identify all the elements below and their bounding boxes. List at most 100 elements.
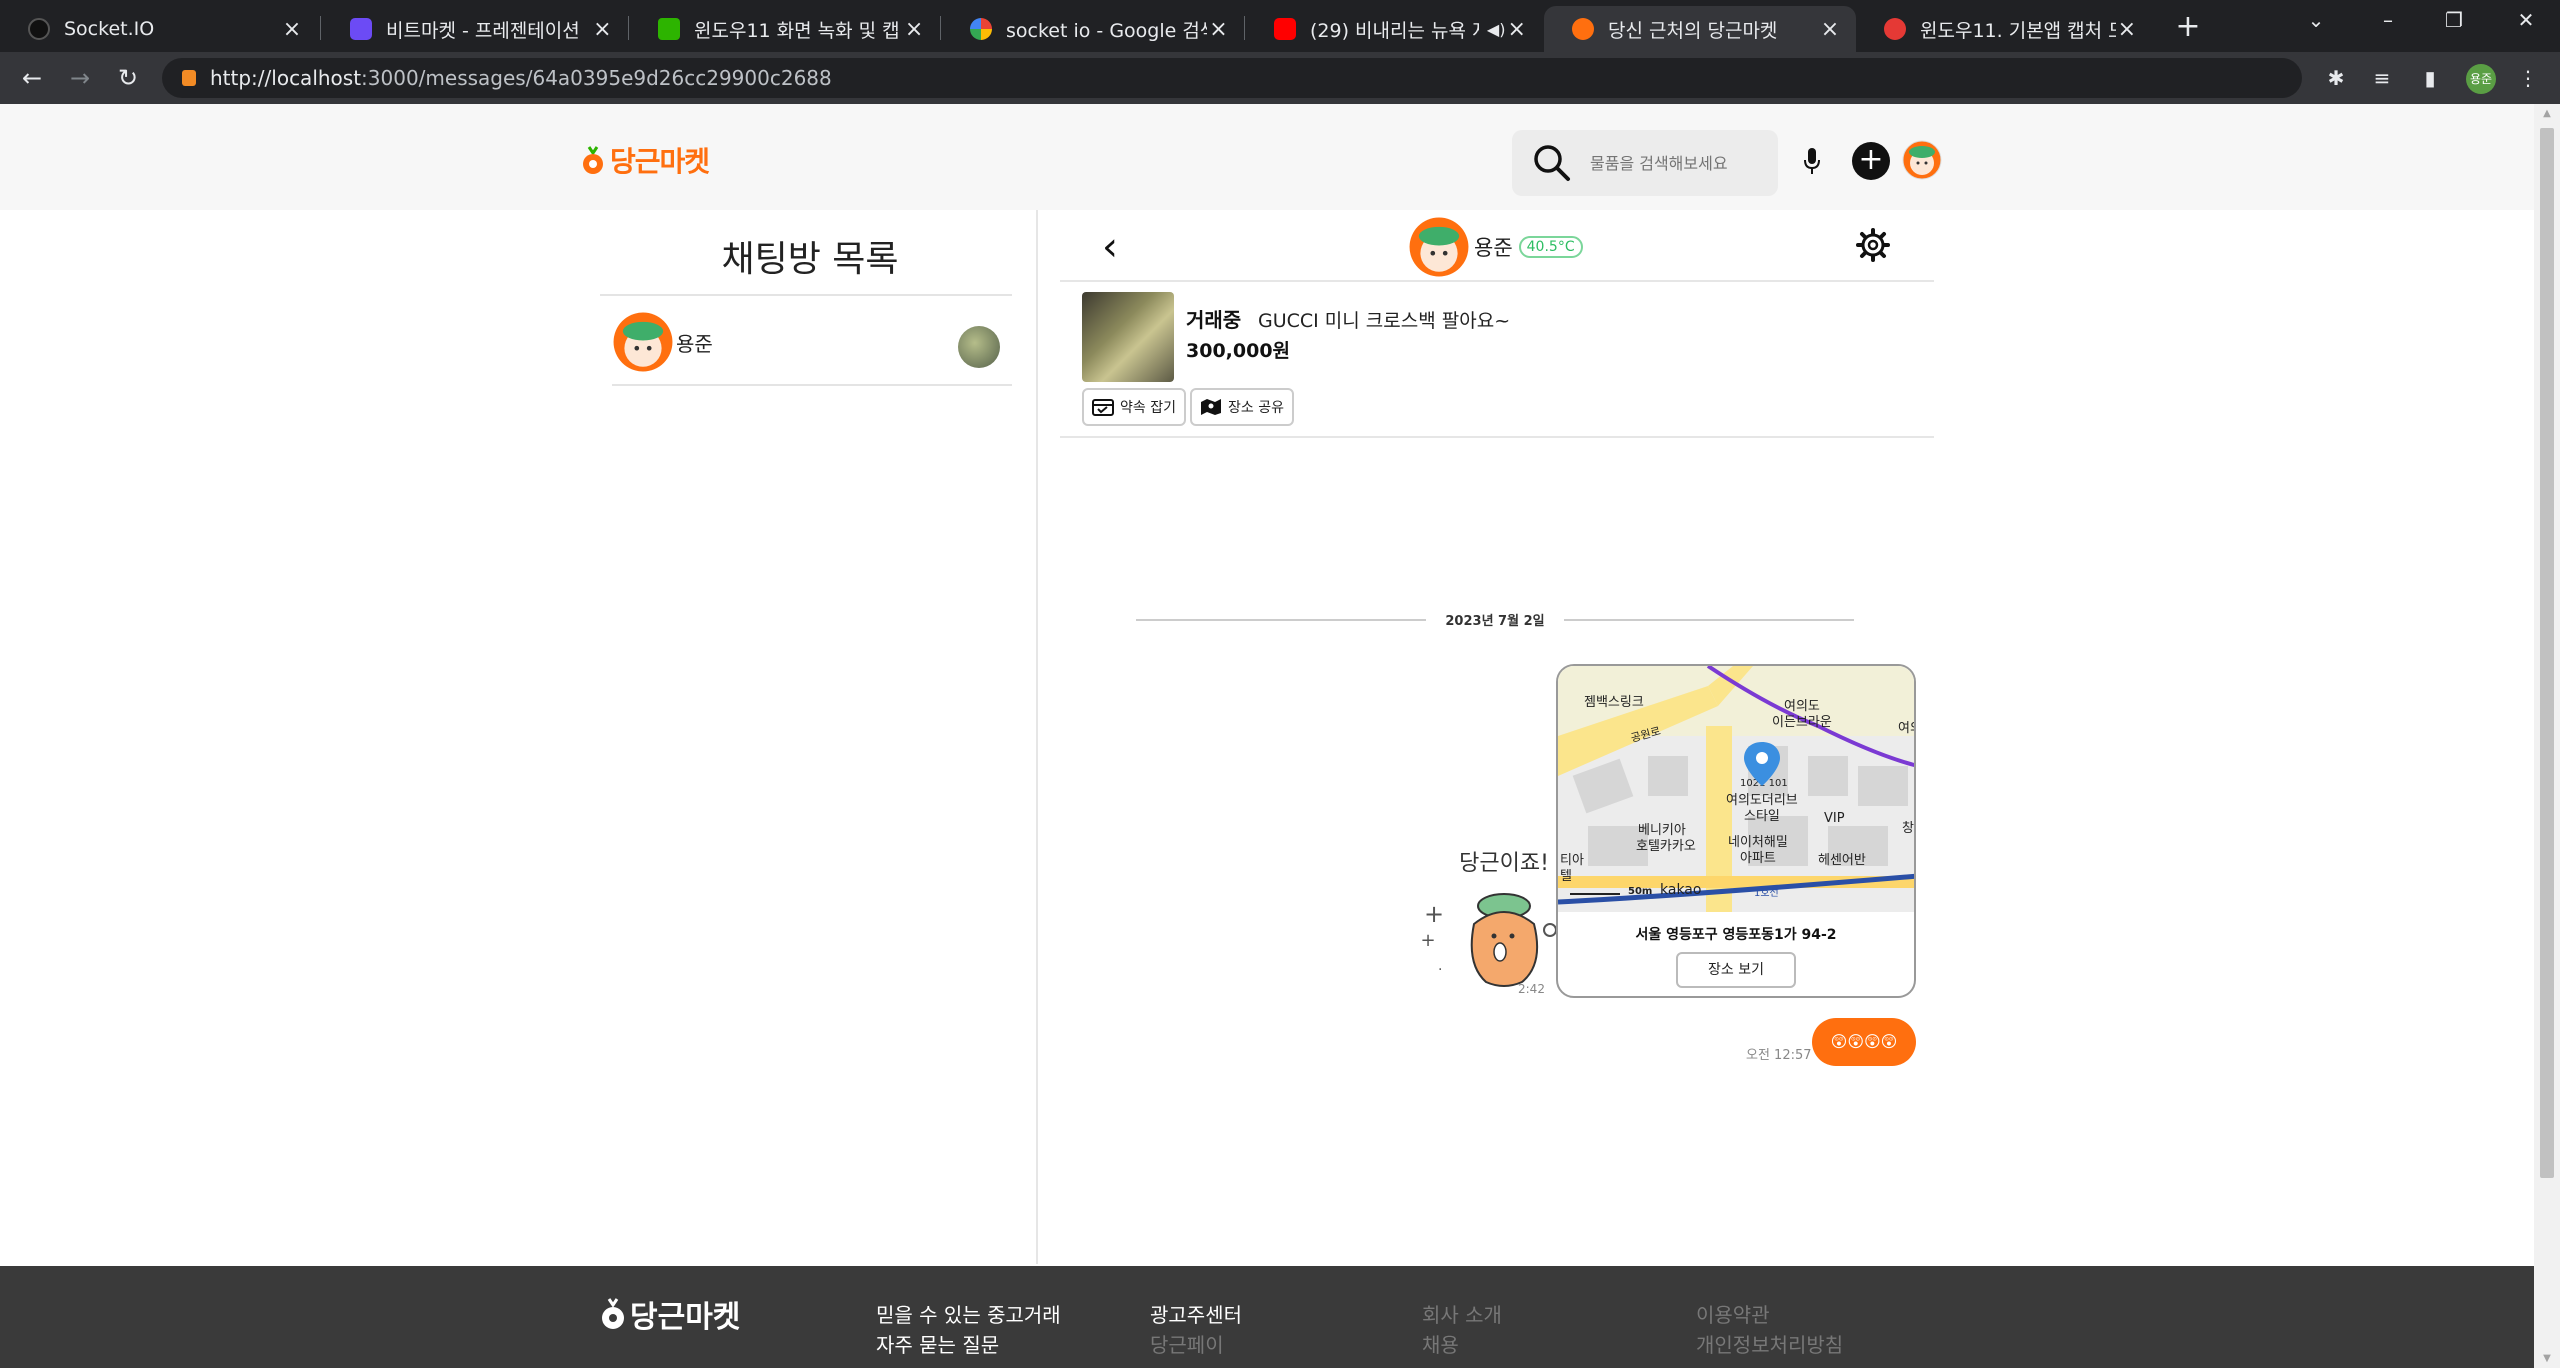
footer-link[interactable]: 이용약관 [1696, 1300, 1843, 1330]
location-message-card: 젬백스링크 여의도 이든브라운 1021 101 여의도더리브 스타일 VIP … [1556, 664, 1916, 998]
blog-favicon-icon [658, 18, 680, 40]
carrot-logo-icon [583, 146, 603, 174]
chat-partner: 용준 40.5°C [1408, 216, 1583, 278]
close-tab-icon[interactable]: × [1207, 17, 1230, 42]
tab-title: 당신 근처의 당근마켓 [1608, 19, 1778, 42]
media-control-icon[interactable]: ≡ [2370, 66, 2394, 90]
sticker-text: 당근이죠! [1459, 851, 1549, 876]
carrot-logo-icon [602, 1298, 624, 1329]
footer-col-1: 믿을 수 있는 중고거래 자주 묻는 질문 [876, 1300, 1061, 1360]
browser-toolbar: ← → ↻ http://localhost:3000/messages/64a… [0, 52, 2560, 104]
forward-nav-icon[interactable]: → [62, 60, 98, 96]
map-preview[interactable]: 젬백스링크 여의도 이든브라운 1021 101 여의도더리브 스타일 VIP … [1558, 666, 1916, 912]
tab-title: Socket.IO [64, 18, 155, 40]
speaker-icon[interactable]: ◀) [1487, 20, 1506, 39]
svg-text:아파트: 아파트 [1740, 851, 1776, 866]
share-location-button[interactable]: 장소 공유 [1190, 388, 1294, 426]
product-summary: 거래중 GUCCI 미니 크로스백 팔아요~ 300,000원 약속 잡기 장소… [1060, 284, 1934, 438]
window-close-icon[interactable]: ✕ [2508, 8, 2544, 32]
appointment-label: 약속 잡기 [1120, 400, 1176, 416]
side-panel-icon[interactable]: ▮ [2418, 66, 2442, 90]
product-name: GUCCI 미니 크로스백 팔아요~ [1258, 310, 1511, 332]
map-icon [1201, 399, 1221, 415]
scroll-thumb[interactable] [2540, 128, 2554, 1178]
close-tab-icon[interactable]: × [280, 17, 304, 42]
product-image[interactable] [1082, 292, 1174, 382]
date-divider: 2023년 7월 2일 [1136, 610, 1854, 630]
tab-search-icon[interactable]: ⌄ [2298, 8, 2334, 32]
footer-logo-text: 당근마켓 [630, 1300, 741, 1335]
chat-room-item[interactable]: 용준 [612, 300, 1012, 386]
tab-google-search[interactable]: socket io - Google 검색 × [942, 6, 1244, 52]
tab-windows-capture[interactable]: 윈도우11. 기본앱 캡처 도 × [1856, 6, 2152, 52]
site-info-icon[interactable] [182, 70, 196, 86]
message-bubble: 😲😲😲😲 [1812, 1018, 1916, 1066]
footer-link[interactable]: 광고주센터 [1150, 1300, 1242, 1330]
tab-youtube[interactable]: (29) 비내리는 뉴욕 지 ◀) × [1246, 6, 1542, 52]
footer-link[interactable]: 믿을 수 있는 중고거래 [876, 1300, 1061, 1330]
restore-icon[interactable]: ❐ [2436, 8, 2472, 32]
close-tab-icon[interactable]: × [902, 17, 926, 42]
search-box[interactable] [1512, 130, 1778, 196]
footer-link[interactable]: 당근페이 [1150, 1330, 1242, 1360]
site-footer: 당근마켓 믿을 수 있는 중고거래 자주 묻는 질문 광고주센터 당근페이 회사… [0, 1266, 2534, 1368]
footer-col-2: 광고주센터 당근페이 [1150, 1300, 1242, 1360]
view-location-button[interactable]: 장소 보기 [1676, 952, 1796, 988]
svg-text:50m: 50m [1628, 886, 1652, 897]
site-logo[interactable]: 당근마켓 [580, 140, 710, 180]
add-product-button[interactable]: + [1852, 142, 1890, 180]
svg-text:1호선: 1호선 [1754, 887, 1779, 899]
tab-bitmarket[interactable]: 비트마켓 - 프레젠테이션 × [322, 6, 628, 52]
gear-icon[interactable] [1856, 228, 1890, 262]
product-thumbnail [958, 326, 1000, 368]
menu-kebab-icon[interactable]: ⋮ [2516, 66, 2540, 90]
new-tab-button[interactable]: + [2170, 10, 2206, 46]
chat-header: ‹ 용준 40.5°C [1060, 210, 1934, 282]
svg-text:VIP: VIP [1824, 811, 1845, 826]
footer-logo[interactable]: 당근마켓 [600, 1292, 740, 1336]
site-header: 당근마켓 + [0, 104, 2534, 210]
footer-link[interactable]: 회사 소개 [1422, 1300, 1502, 1330]
close-tab-icon[interactable]: × [1818, 17, 1842, 42]
footer-col-3: 회사 소개 채용 [1422, 1300, 1502, 1360]
close-tab-icon[interactable]: × [2116, 17, 2138, 42]
svg-text:베니키아: 베니키아 [1638, 823, 1686, 838]
close-tab-icon[interactable]: × [591, 17, 614, 42]
message-time: 오전 12:57 [1746, 1048, 1812, 1063]
footer-col-4: 이용약관 개인정보처리방침 [1696, 1300, 1843, 1360]
svg-text:호텔카카오: 호텔카카오 [1636, 839, 1696, 854]
footer-link[interactable]: 자주 묻는 질문 [876, 1330, 1061, 1360]
close-tab-icon[interactable]: × [1505, 17, 1528, 42]
tab-socketio[interactable]: Socket.IO × [0, 6, 318, 52]
chat-list-panel: 채팅방 목록 용준 [600, 210, 1038, 1264]
page-scrollbar[interactable]: ▲ ▼ [2534, 104, 2560, 1368]
svg-text:스타일: 스타일 [1744, 809, 1780, 824]
minimize-icon[interactable]: – [2370, 8, 2406, 32]
back-arrow-icon[interactable]: ‹ [1102, 224, 1118, 270]
back-nav-icon[interactable]: ← [14, 60, 50, 96]
scroll-down-icon[interactable]: ▼ [2540, 1353, 2554, 1364]
svg-text:창: 창 [1902, 821, 1914, 836]
svg-text:텔: 텔 [1560, 869, 1572, 884]
svg-text:여의: 여의 [1898, 721, 1916, 736]
footer-link[interactable]: 채용 [1422, 1330, 1502, 1360]
user-avatar-icon[interactable] [1902, 140, 1942, 180]
address-bar[interactable]: http://localhost:3000/messages/64a0395e9… [162, 58, 2302, 98]
tab-windows-recording[interactable]: 윈도우11 화면 녹화 및 캡 × [630, 6, 940, 52]
tab-daangn-active[interactable]: 당신 근처의 당근마켓 × [1544, 6, 1856, 52]
svg-text:kakao: kakao [1660, 882, 1701, 898]
product-price: 300,000원 [1186, 340, 1291, 362]
appointment-button[interactable]: 약속 잡기 [1082, 388, 1186, 426]
svg-text:젬백스링크: 젬백스링크 [1584, 695, 1644, 710]
extensions-icon[interactable]: ✱ [2324, 66, 2348, 90]
trade-status: 거래중 [1186, 308, 1242, 332]
microphone-icon[interactable] [1802, 146, 1822, 176]
reload-icon[interactable]: ↻ [110, 60, 146, 96]
search-input[interactable] [1590, 153, 1760, 173]
presentation-favicon-icon [350, 18, 372, 40]
profile-avatar[interactable]: 용준 [2466, 64, 2496, 94]
calendar-icon [1092, 399, 1114, 416]
svg-text:헤센어반: 헤센어반 [1818, 853, 1866, 868]
scroll-up-icon[interactable]: ▲ [2540, 108, 2554, 119]
footer-link[interactable]: 개인정보처리방침 [1696, 1330, 1843, 1360]
